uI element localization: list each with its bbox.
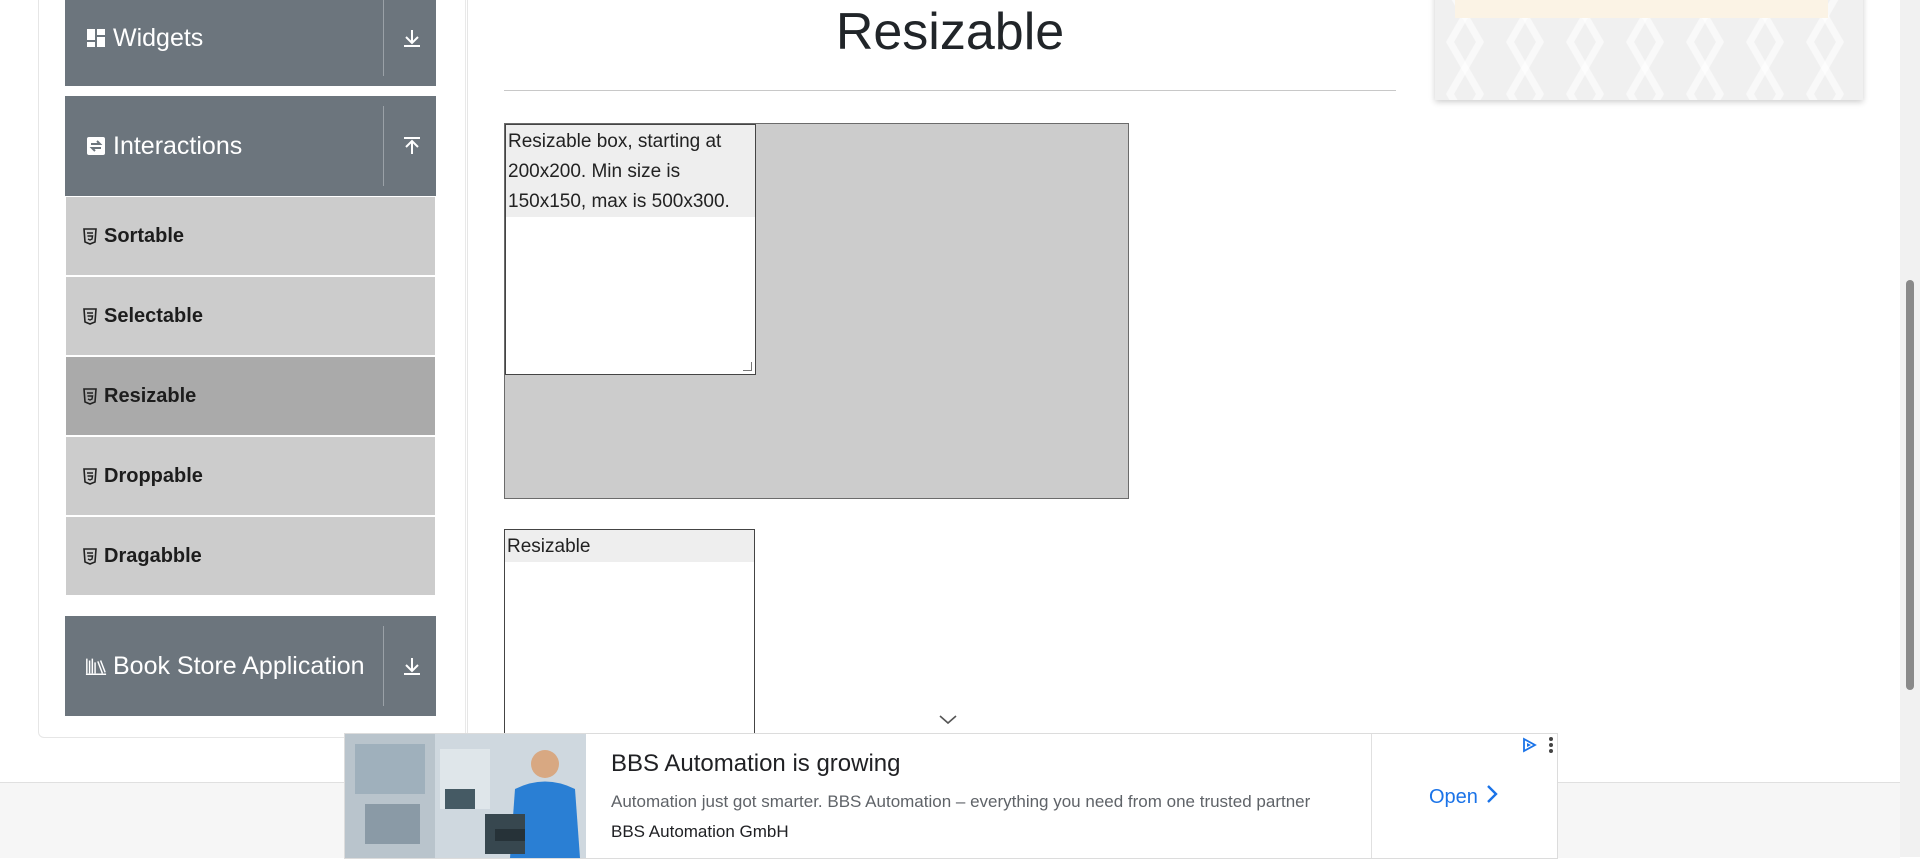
page-title: Resizable: [835, 3, 1065, 61]
sidebar-item-label: Sortable: [104, 224, 185, 247]
swap-icon: [85, 135, 107, 157]
download-arrow-icon[interactable]: [398, 24, 426, 52]
sidebar-item-label: Resizable: [104, 384, 197, 407]
ad-content: BBS Automation is growing Automation jus…: [611, 750, 1310, 842]
ad-headline[interactable]: BBS Automation is growing: [611, 750, 1310, 778]
html5-icon: [83, 387, 97, 405]
ad-image[interactable]: [345, 734, 586, 858]
html5-icon: [83, 467, 97, 485]
ad-description: Automation just got smarter. BBS Automat…: [611, 792, 1311, 811]
group-separator: [383, 626, 384, 706]
ad-divider: [1371, 734, 1372, 858]
group-title-widgets: Widgets: [113, 23, 204, 52]
sidebar-item-dragabble[interactable]: Dragabble: [66, 517, 435, 595]
group-header-bookstore[interactable]: Book Store Application: [65, 616, 436, 716]
resizable-box-restricted[interactable]: Resizable box, starting at 200x200. Min …: [505, 124, 756, 375]
group-header-interactions[interactable]: Interactions: [65, 96, 436, 196]
ad-banner[interactable]: BBS Automation is growing Automation jus…: [344, 733, 1558, 859]
card-divider: [465, 0, 466, 735]
sidebar-item-label: Selectable: [104, 304, 203, 327]
resizable-box-text: Resizable box, starting at 200x200. Min …: [506, 125, 755, 217]
group-title-interactions: Interactions: [113, 131, 243, 160]
chevron-down-icon[interactable]: [937, 712, 959, 728]
sidebar-ad[interactable]: [1435, 0, 1863, 100]
sidebar-item-label: Dragabble: [104, 544, 202, 567]
sidebar-ad-strip: [1455, 0, 1828, 18]
title-divider: [504, 90, 1396, 91]
chevron-right-icon: [1486, 784, 1498, 810]
sidebar-item-resizable[interactable]: Resizable: [66, 357, 435, 435]
group-title-bookstore: Book Store Application: [113, 651, 365, 680]
group-separator: [383, 106, 384, 186]
download-arrow-icon[interactable]: [398, 652, 426, 680]
sidebar-item-droppable[interactable]: Droppable: [66, 437, 435, 515]
ad-open-button[interactable]: Open: [1429, 784, 1498, 810]
resize-handle[interactable]: [743, 362, 752, 371]
group-header-widgets[interactable]: Widgets: [65, 0, 436, 86]
upload-arrow-icon[interactable]: [398, 132, 426, 160]
group-separator: [383, 0, 384, 76]
scrollbar-thumb[interactable]: [1906, 280, 1914, 690]
html5-icon: [83, 307, 97, 325]
ad-advertiser: BBS Automation GmbH: [611, 822, 789, 841]
ad-open-label: Open: [1429, 785, 1478, 808]
more-options-icon[interactable]: [1545, 736, 1557, 754]
grid-icon: [85, 27, 107, 49]
adchoices-icon[interactable]: [1520, 736, 1538, 754]
sidebar-item-label: Droppable: [104, 464, 203, 487]
sidebar-item-selectable[interactable]: Selectable: [66, 277, 435, 355]
html5-icon: [83, 547, 97, 565]
books-icon: [85, 655, 107, 677]
interactions-menu: Sortable Selectable Resizable Droppable …: [66, 197, 435, 597]
html5-icon: [83, 227, 97, 245]
resizable-free-text: Resizable: [505, 530, 754, 562]
sidebar-item-sortable[interactable]: Sortable: [66, 197, 435, 275]
